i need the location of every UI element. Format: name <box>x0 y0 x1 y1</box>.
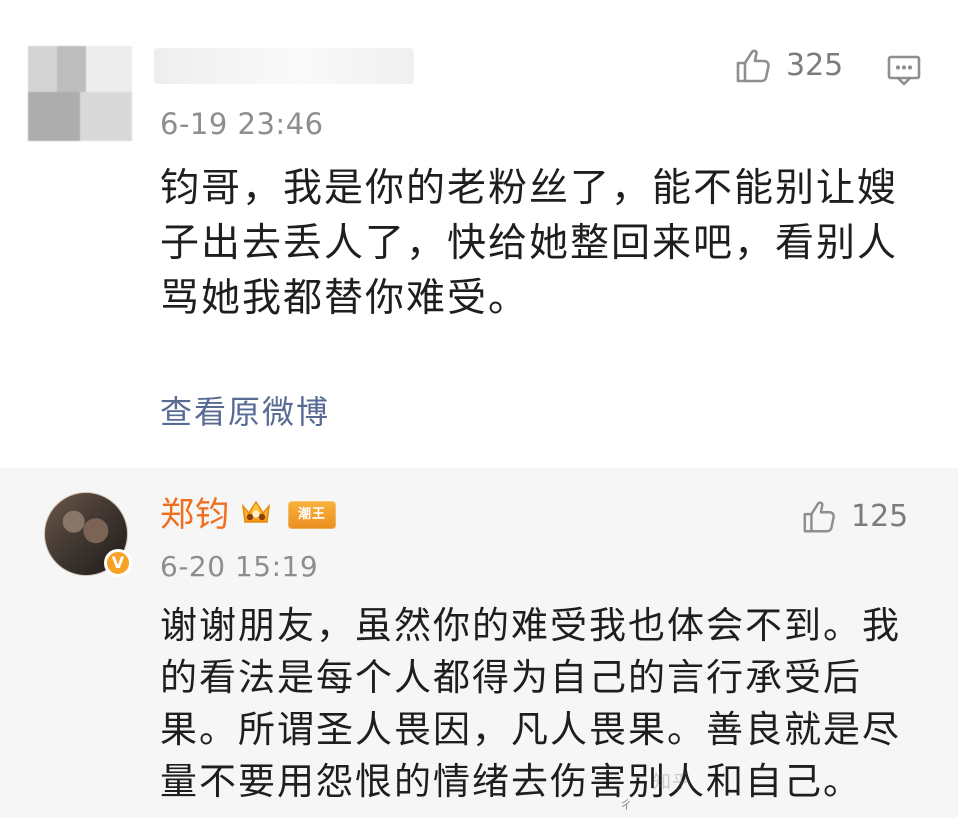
crown-icon <box>238 494 274 534</box>
thumbs-up-icon <box>734 47 772 85</box>
reply-like-count: 125 <box>851 499 909 534</box>
comment-text: 钧哥，我是你的老粉丝了，能不能别让嫂子出去丢人了，快给她整回来吧，看别人骂她我都… <box>160 166 899 321</box>
blurred-avatar[interactable] <box>28 46 132 141</box>
watermark-icon: ㄔ <box>620 798 633 812</box>
comment-button[interactable] <box>886 52 922 88</box>
reply-like-group[interactable]: 125 <box>801 499 908 535</box>
watermark-text: 知乎 <box>653 772 691 793</box>
comment-timestamp: 6-19 23:46 <box>160 107 324 141</box>
verified-icon: V <box>104 549 132 577</box>
comment-icon <box>886 52 922 88</box>
like-count: 325 <box>786 48 844 83</box>
like-group[interactable]: 325 <box>734 47 843 85</box>
reply-text: 谢谢朋友，虽然你的难受我也体会不到。我的看法是每个人都得为自己的言行承受后果。所… <box>160 604 901 803</box>
view-original-link[interactable]: 查看原微博 <box>160 390 330 434</box>
thumbs-up-icon <box>801 499 837 535</box>
blurred-username[interactable] <box>154 48 414 84</box>
level-badge: 潮王 <box>288 501 336 529</box>
original-comment: 325 6-19 23:46 钧哥，我是你的老粉丝了，能不能别让嫂子出去丢人了，… <box>0 0 958 468</box>
reply-username[interactable]: 郑钧 <box>160 494 230 536</box>
reply-timestamp: 6-20 15:19 <box>160 550 319 583</box>
